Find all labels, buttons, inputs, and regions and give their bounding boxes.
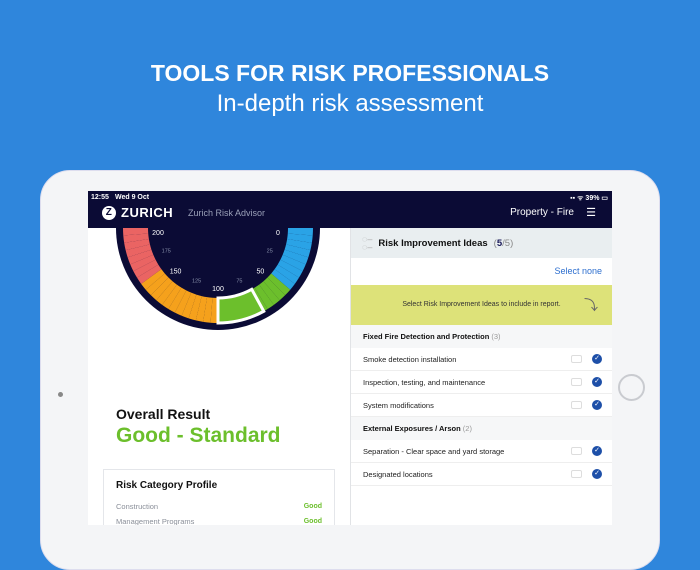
idea-item[interactable]: Smoke detection installation✓	[351, 348, 612, 371]
zurich-logo: ZZURICH	[102, 205, 173, 220]
checkmark-icon[interactable]: ✓	[592, 469, 602, 479]
left-panel: 200 150 100 50 0 175 125 75 25 Overall Result Go…	[88, 228, 350, 525]
overall-value: Good - Standard	[116, 424, 281, 448]
comment-icon[interactable]	[571, 378, 582, 386]
list-icon: ◌–◌–	[362, 235, 372, 251]
checkmark-icon[interactable]: ✓	[592, 354, 602, 364]
risk-category-profile: Risk Category Profile ConstructionGoodMa…	[103, 469, 335, 525]
status-battery: ▪▪ ᯤ 39% ▭	[570, 194, 608, 203]
home-button[interactable]	[618, 374, 645, 401]
select-none-link[interactable]: Select none	[554, 266, 602, 276]
section-header: Fixed Fire Detection and Protection (3)	[351, 325, 612, 348]
comment-icon[interactable]	[571, 355, 582, 363]
page-title[interactable]: Property - Fire	[510, 207, 574, 218]
hero-subtitle: In-depth risk assessment	[0, 90, 700, 118]
idea-item[interactable]: System modifications✓	[351, 394, 612, 417]
idea-item[interactable]: Designated locations✓	[351, 463, 612, 486]
profile-title: Risk Category Profile	[116, 480, 322, 491]
checkmark-icon[interactable]: ✓	[592, 400, 602, 410]
gauge-tick-label: 100	[212, 286, 224, 293]
profile-row: Management ProgramsGood	[116, 514, 322, 525]
comment-icon[interactable]	[571, 447, 582, 455]
gauge-tick-label: 50	[257, 268, 265, 275]
menu-icon[interactable]: ☰	[586, 206, 596, 219]
risk-improvement-panel: ◌–◌– Risk Improvement Ideas (5/5) Select…	[350, 228, 612, 525]
risk-gauge: 200 150 100 50 0 175 125 75 25	[88, 228, 350, 398]
comment-icon[interactable]	[571, 401, 582, 409]
profile-row: ConstructionGood	[116, 499, 322, 514]
gauge-tick-label: 0	[276, 230, 280, 237]
idea-item[interactable]: Separation - Clear space and yard storag…	[351, 440, 612, 463]
comment-icon[interactable]	[571, 470, 582, 478]
gauge-minor-tick-label: 25	[267, 248, 273, 254]
gauge-minor-tick-label: 75	[236, 279, 242, 285]
app-title: Zurich Risk Advisor	[188, 208, 265, 218]
status-date: Wed 9 Oct	[115, 194, 149, 201]
checkmark-icon[interactable]: ✓	[592, 377, 602, 387]
hero-title: TOOLS FOR RISK PROFESSIONALS	[0, 60, 700, 87]
camera	[58, 392, 63, 397]
ideas-header: ◌–◌– Risk Improvement Ideas (5/5)	[351, 228, 612, 258]
section-header: External Exposures / Arson (2)	[351, 417, 612, 440]
screen: 200 150 100 50 0 175 125 75 25 Overall Result Go…	[88, 191, 612, 525]
overall-label: Overall Result	[116, 406, 210, 422]
gauge-tick-label: 150	[170, 268, 182, 275]
hint-banner: Select Risk Improvement Ideas to include…	[351, 285, 612, 325]
gauge-tick-label: 200	[152, 230, 164, 237]
gauge-minor-tick-label: 175	[162, 248, 171, 254]
arrow-icon: ⤵	[584, 285, 598, 325]
status-time: 12:55	[91, 194, 109, 201]
idea-item[interactable]: Inspection, testing, and maintenance✓	[351, 371, 612, 394]
gauge-minor-tick-label: 125	[192, 279, 201, 285]
checkmark-icon[interactable]: ✓	[592, 446, 602, 456]
nav-bar: 12:55 Wed 9 Oct ▪▪ ᯤ 39% ▭ ZZURICH Zuric…	[88, 191, 612, 228]
